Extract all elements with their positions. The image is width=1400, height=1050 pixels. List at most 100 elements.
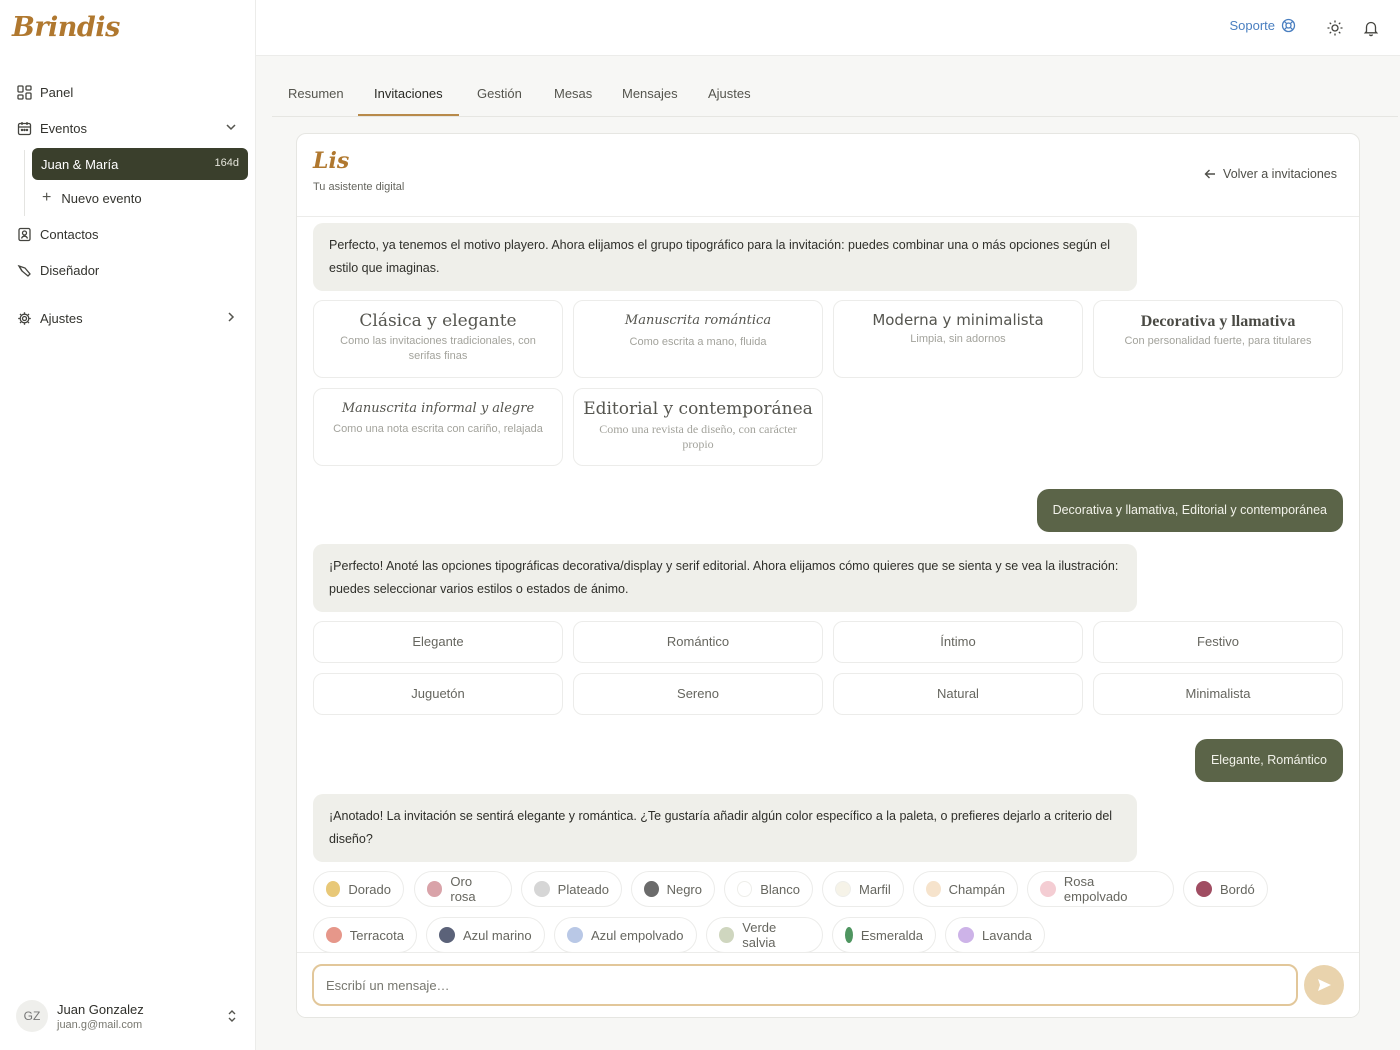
sidebar-item-label: Ajustes — [40, 310, 83, 326]
chevron-down-icon[interactable] — [224, 120, 238, 134]
tab-ajustes[interactable]: Ajustes — [692, 76, 767, 116]
color-chip[interactable]: Negro — [631, 871, 715, 907]
sidebar-item-contactos[interactable]: Contactos — [8, 218, 248, 250]
bell-icon[interactable] — [1362, 19, 1380, 37]
color-swatch — [835, 881, 851, 897]
sidebar-item-panel[interactable]: Panel — [8, 76, 248, 108]
chevrons-up-down-icon — [228, 1010, 236, 1022]
user-email: juan.g@mail.com — [57, 1018, 143, 1031]
event-name: Juan & María — [41, 156, 119, 172]
grid-icon — [16, 84, 32, 100]
avatar: GZ — [16, 1000, 48, 1032]
arrow-left-icon — [1204, 169, 1216, 179]
sun-icon[interactable] — [1326, 19, 1344, 37]
sidebar-item-label: Panel — [40, 84, 74, 100]
mood-option[interactable]: Romántico — [573, 621, 823, 663]
support-label: Soporte — [1229, 18, 1275, 33]
message-input[interactable] — [312, 964, 1298, 1006]
color-swatch — [439, 927, 455, 943]
back-label: Volver a invitaciones — [1223, 167, 1337, 181]
option-title: Decorativa y llamativa — [1140, 313, 1296, 330]
sidebar-item-disenador[interactable]: Diseñador — [8, 254, 248, 286]
user-menu[interactable]: GZ Juan Gonzalez juan.g@mail.com — [8, 990, 248, 1042]
color-swatch — [1196, 881, 1212, 897]
option-title: Editorial y contemporánea — [583, 399, 813, 419]
color-chip[interactable]: Rosa empolvado — [1027, 871, 1174, 907]
color-label: Plateado — [557, 881, 609, 897]
assistant-message: ¡Anotado! La invitación se sentirá elega… — [313, 794, 1137, 862]
sidebar: Brindis Panel Eventos Juan & María 164d … — [0, 0, 256, 1050]
user-message: Decorativa y llamativa, Editorial y cont… — [1036, 489, 1343, 532]
option-desc: Como una revista de diseño, con carácter… — [599, 422, 797, 451]
mood-option[interactable]: Festivo — [1093, 621, 1343, 663]
sidebar-subitem-active-event[interactable]: Juan & María 164d — [32, 148, 248, 180]
tab-bar: Resumen Invitaciones Gestión Mesas Mensa… — [272, 76, 1398, 117]
color-swatch — [958, 927, 974, 943]
plus-icon: + — [42, 189, 52, 206]
assistant-chat-card: Lis Tu asistente digital Volver a invita… — [296, 133, 1360, 1018]
color-chip[interactable]: Esmeralda — [832, 917, 936, 953]
new-event-button[interactable]: + Nuevo evento — [32, 183, 248, 213]
tab-gestion[interactable]: Gestión — [461, 76, 538, 116]
mood-option[interactable]: Juguetón — [313, 673, 563, 715]
color-label: Terracota — [349, 927, 404, 943]
send-button[interactable] — [1304, 965, 1344, 1005]
color-swatch — [737, 881, 753, 897]
color-chip[interactable]: Azul marino — [426, 917, 545, 953]
font-option-editorial[interactable]: Editorial y contemporánea Como una revis… — [573, 388, 823, 466]
font-option-moderna[interactable]: Moderna y minimalista Limpia, sin adorno… — [833, 300, 1083, 378]
color-chip[interactable]: Oro rosa — [414, 871, 512, 907]
chevron-right-icon[interactable] — [224, 310, 238, 324]
sidebar-item-ajustes[interactable]: Ajustes — [8, 302, 248, 334]
font-option-clasica[interactable]: Clásica y elegante Como las invitaciones… — [313, 300, 563, 378]
color-chip[interactable]: Plateado — [521, 871, 622, 907]
color-label: Dorado — [348, 881, 391, 897]
option-title: Manuscrita informal y alegre — [341, 401, 535, 416]
color-label: Blanco — [760, 881, 800, 897]
new-event-label: Nuevo evento — [61, 190, 142, 206]
color-label: Champán — [948, 881, 1005, 897]
color-chip[interactable]: Marfil — [822, 871, 904, 907]
option-desc: Como escrita a mano, fluida — [629, 336, 767, 348]
days-badge: 164d — [214, 157, 239, 169]
tab-invitaciones[interactable]: Invitaciones — [358, 76, 459, 116]
color-swatch — [427, 881, 443, 897]
color-chip[interactable]: Dorado — [313, 871, 404, 907]
color-label: Negro — [666, 881, 702, 897]
user-name: Juan Gonzalez — [57, 1001, 144, 1017]
assistant-message: Perfecto, ya tenemos el motivo playero. … — [313, 223, 1137, 291]
mood-option[interactable]: Minimalista — [1093, 673, 1343, 715]
color-chip[interactable]: Azul empolvado — [554, 917, 697, 953]
color-chip[interactable]: Verde salvia — [706, 917, 823, 953]
brand-logo[interactable]: Brindis — [12, 12, 120, 43]
mood-option[interactable]: Natural — [833, 673, 1083, 715]
color-label: Oro rosa — [450, 874, 476, 904]
color-swatch — [1040, 881, 1056, 897]
color-chip[interactable]: Terracota — [313, 917, 417, 953]
color-chip[interactable]: Lavanda — [945, 917, 1045, 953]
color-swatch — [644, 881, 659, 897]
calendar-icon — [16, 120, 32, 136]
message-composer — [297, 952, 1359, 1017]
tab-mensajes[interactable]: Mensajes — [606, 76, 694, 116]
tab-resumen[interactable]: Resumen — [272, 76, 360, 116]
back-to-invitations-link[interactable]: Volver a invitaciones — [1204, 167, 1337, 181]
sidebar-item-label: Diseñador — [40, 262, 100, 278]
assistant-message: ¡Perfecto! Anoté las opciones tipográfic… — [313, 544, 1137, 612]
mood-option[interactable]: Sereno — [573, 673, 823, 715]
color-label: Rosa empolvado — [1063, 874, 1128, 904]
color-chip[interactable]: Champán — [913, 871, 1018, 907]
mood-option[interactable]: Íntimo — [833, 621, 1083, 663]
color-label: Lavanda — [982, 927, 1032, 943]
tab-mesas[interactable]: Mesas — [538, 76, 608, 116]
option-title: Manuscrita romántica — [624, 313, 772, 328]
color-swatch — [326, 927, 342, 943]
font-option-manuscrita-romantica[interactable]: Manuscrita romántica Como escrita a mano… — [573, 300, 823, 378]
sidebar-item-eventos[interactable]: Eventos — [8, 112, 248, 144]
mood-option[interactable]: Elegante — [313, 621, 563, 663]
font-option-manuscrita-informal[interactable]: Manuscrita informal y alegre Como una no… — [313, 388, 563, 466]
font-option-decorativa[interactable]: Decorativa y llamativa Con personalidad … — [1093, 300, 1343, 378]
color-chip[interactable]: Bordó — [1183, 871, 1268, 907]
color-chip[interactable]: Blanco — [724, 871, 813, 907]
support-link[interactable]: Soporte — [1229, 18, 1296, 33]
